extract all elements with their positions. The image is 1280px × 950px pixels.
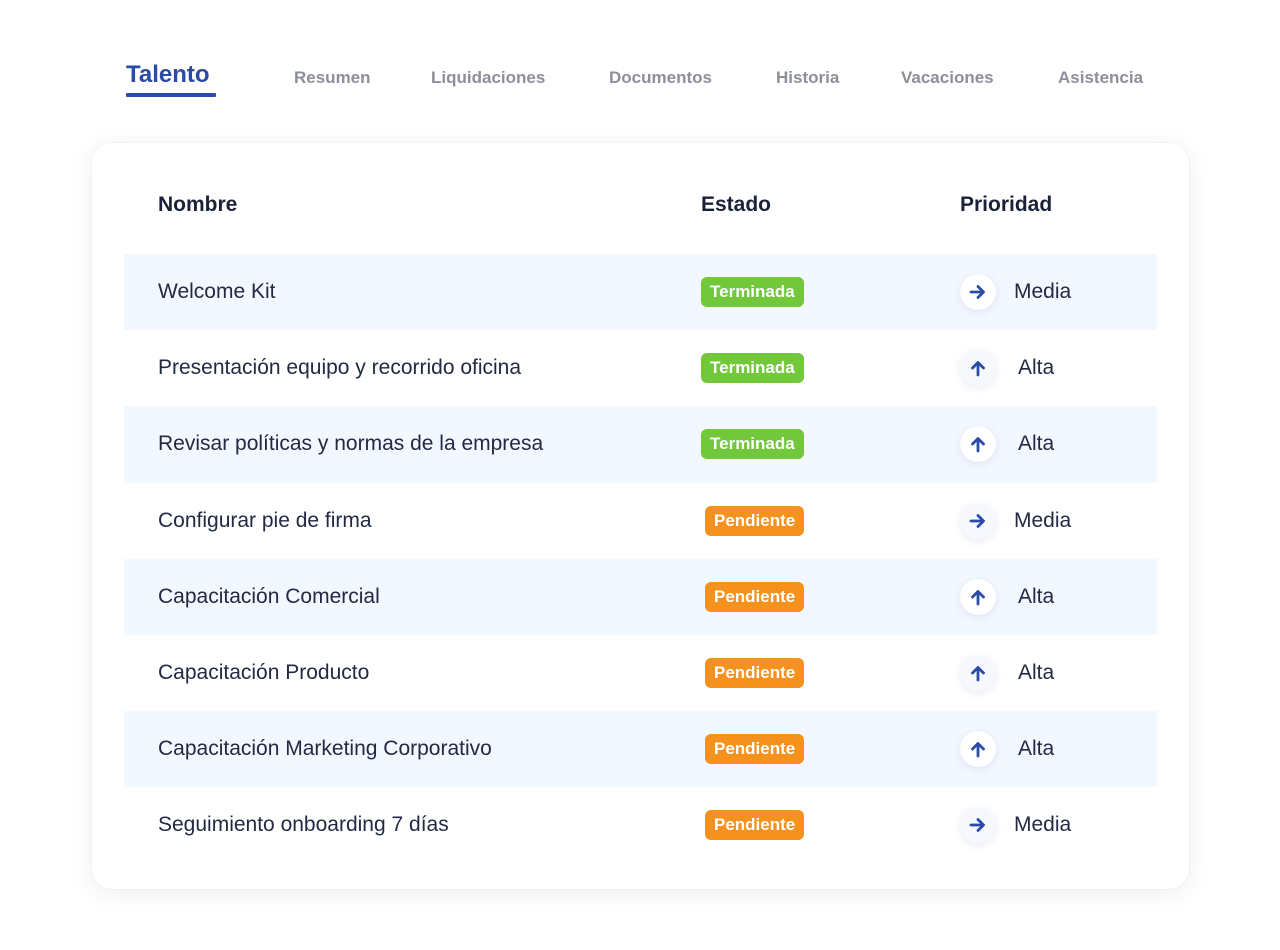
column-header-nombre[interactable]: Nombre xyxy=(158,193,237,217)
table-row[interactable]: Revisar políticas y normas de la empresa… xyxy=(124,406,1157,483)
priority-label: Media xyxy=(1014,508,1072,532)
task-name: Seguimiento onboarding 7 días xyxy=(158,813,449,837)
tab-liquidaciones[interactable]: Liquidaciones xyxy=(431,68,545,88)
status-badge: Terminada xyxy=(701,353,804,384)
status-badge: Pendiente xyxy=(705,581,805,612)
tab-vacaciones[interactable]: Vacaciones xyxy=(901,68,994,88)
table-row[interactable]: Welcome Kit Terminada Media xyxy=(124,254,1157,331)
task-name: Capacitación Marketing Corporativo xyxy=(158,737,492,761)
arrow-right-icon xyxy=(960,807,996,844)
priority-label: Alta xyxy=(1018,661,1055,685)
priority-label: Alta xyxy=(1018,432,1055,456)
tab-bar: Talento Resumen Liquidaciones Documentos… xyxy=(0,0,1280,110)
table-row[interactable]: Seguimiento onboarding 7 días Pendiente Me… xyxy=(124,787,1157,863)
status-badge: Terminada xyxy=(701,429,804,460)
tasks-table-card: Nombre Estado Prioridad Welcome Kit Termi… xyxy=(92,143,1189,889)
arrow-up-icon xyxy=(960,350,996,387)
arrow-right-icon xyxy=(960,274,996,311)
column-header-estado[interactable]: Estado xyxy=(701,193,771,217)
status-badge: Terminada xyxy=(701,277,804,308)
table-row[interactable]: Configurar pie de firma Pendiente Media xyxy=(124,483,1157,559)
status-badge: Pendiente xyxy=(705,505,805,536)
tab-documentos[interactable]: Documentos xyxy=(609,68,712,88)
active-tab-indicator xyxy=(126,93,216,97)
tab-resumen[interactable]: Resumen xyxy=(294,68,371,88)
arrow-right-icon xyxy=(960,502,996,539)
priority-label: Alta xyxy=(1018,356,1055,380)
arrow-up-icon xyxy=(960,731,996,768)
table-body: Welcome Kit Terminada Media Presentación eq… xyxy=(124,254,1157,864)
priority-label: Media xyxy=(1014,280,1072,304)
arrow-up-icon xyxy=(960,655,996,692)
task-name: Revisar políticas y normas de la empresa xyxy=(158,432,544,456)
tab-talento[interactable]: Talento xyxy=(126,61,210,91)
task-name: Capacitación Producto xyxy=(158,661,370,685)
task-name: Configurar pie de firma xyxy=(158,508,372,532)
status-badge: Pendiente xyxy=(705,734,805,765)
priority-label: Alta xyxy=(1018,584,1055,608)
arrow-up-icon xyxy=(960,578,996,615)
tab-asistencia[interactable]: Asistencia xyxy=(1058,68,1143,88)
priority-label: Alta xyxy=(1018,737,1055,761)
column-header-prioridad[interactable]: Prioridad xyxy=(960,193,1052,217)
arrow-up-icon xyxy=(960,426,996,463)
table-row[interactable]: Capacitación Comercial Pendiente Alta xyxy=(124,558,1157,635)
priority-label: Media xyxy=(1014,813,1072,837)
table-header: Nombre Estado Prioridad xyxy=(92,143,1189,255)
table-row[interactable]: Capacitación Marketing Corporativo Pendie… xyxy=(124,711,1157,788)
task-name: Capacitación Comercial xyxy=(158,584,380,608)
status-badge: Pendiente xyxy=(705,810,805,841)
table-row[interactable]: Presentación equipo y recorrido oficina T… xyxy=(124,330,1157,406)
tab-historia[interactable]: Historia xyxy=(776,68,839,88)
task-name: Welcome Kit xyxy=(158,280,276,304)
table-row[interactable]: Capacitación Producto Pendiente Alta xyxy=(124,635,1157,711)
status-badge: Pendiente xyxy=(705,658,805,689)
task-name: Presentación equipo y recorrido oficina xyxy=(158,356,522,380)
